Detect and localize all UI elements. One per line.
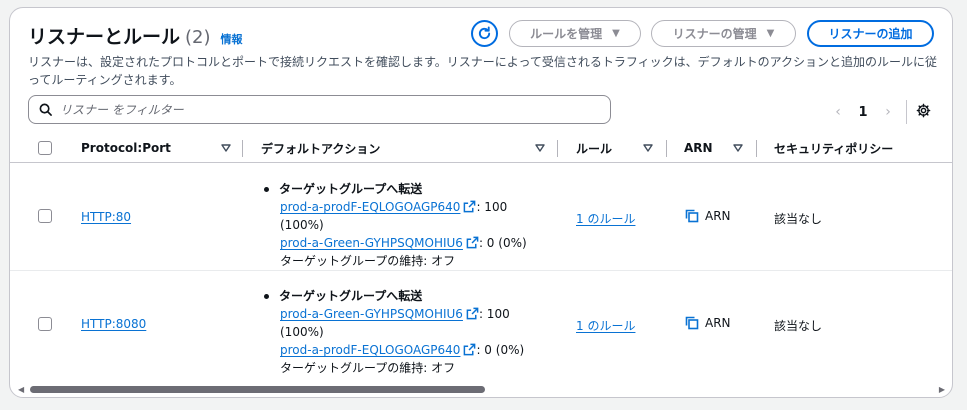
manage-rules-button[interactable]: ルールを管理 ▼ [509,20,641,47]
copy-arn-button[interactable]: ARN [685,316,731,330]
target-group-weight: : 0 (0%) [478,236,527,250]
title-row: リスナーとルール (2) 情報 [28,22,243,49]
external-link-icon[interactable] [463,200,476,213]
external-link-icon[interactable] [466,236,479,249]
arn-label: ARN [705,316,731,330]
copy-icon [685,316,699,330]
row-checkbox[interactable] [38,317,52,331]
filter-search[interactable] [28,95,611,124]
add-listener-label: リスナーの追加 [828,27,913,41]
gear-icon [916,103,930,117]
target-group-weight: : 100 [476,200,508,214]
manage-rules-label: ルールを管理 [530,27,603,41]
target-group-link[interactable]: prod-a-Green-GYHPSQMOHIU6 [280,307,463,321]
column-default-action[interactable]: デフォルトアクション [261,133,380,163]
manage-listener-label: リスナーの管理 [672,27,757,41]
stickiness-text: ターゲットグループの維持: オフ [280,254,456,268]
pager-divider [906,100,907,124]
rules-link[interactable]: 1 のルール [576,210,635,227]
sort-icon[interactable] [220,142,232,154]
security-policy: 該当なし [774,212,823,226]
info-link[interactable]: 情報 [221,31,243,47]
protocol-port-link[interactable]: HTTP:8080 [81,317,146,331]
listener-count: (2) [185,27,211,48]
scroll-left-icon[interactable]: ◀ [18,385,24,394]
manage-listener-button[interactable]: リスナーの管理 ▼ [651,20,796,47]
refresh-icon [478,26,491,40]
protocol-port-link[interactable]: HTTP:80 [81,210,131,224]
copy-icon [685,209,699,223]
target-group-link[interactable]: prod-a-prodF-EQLOGOAGP640 [280,343,460,357]
chevron-left-icon[interactable]: ‹ [828,104,848,120]
target-group-link[interactable]: prod-a-Green-GYHPSQMOHIU6 [280,236,463,250]
caret-down-icon: ▼ [766,28,775,39]
column-protocol-port[interactable]: Protocol:Port [81,133,171,163]
column-divider [666,140,667,157]
target-group-percent: (100%) [280,218,324,232]
external-link-icon[interactable] [463,343,476,356]
description: リスナーは、設定されたプロトコルとポートで接続リクエストを確認します。リスナーに… [28,55,938,87]
sort-icon[interactable] [534,142,546,154]
rules-link[interactable]: 1 のルール [576,317,635,334]
table-row[interactable]: HTTP:8080 ターゲットグループへ転送 prod-a-Green-GYHP… [10,271,952,378]
search-input[interactable] [60,102,580,117]
stickiness-text: ターゲットグループの維持: オフ [280,361,456,375]
action-heading: ターゲットグループへ転送 [279,180,554,198]
column-rules[interactable]: ルール [576,133,612,163]
default-action: ターゲットグループへ転送 prod-a-Green-GYHPSQMOHIU6 : … [264,287,554,377]
pagination: ‹ 1 › [828,100,907,124]
target-group-percent: (100%) [280,325,324,339]
sort-icon[interactable] [642,142,654,154]
scroll-right-icon[interactable]: ▶ [939,385,945,394]
default-action: ターゲットグループへ転送 prod-a-prodF-EQLOGOAGP640 : … [264,180,554,270]
add-listener-button[interactable]: リスナーの追加 [807,20,934,47]
target-group-weight: : 0 (0%) [476,343,525,357]
page-title: リスナーとルール [28,26,181,48]
current-page[interactable]: 1 [848,105,878,120]
select-all-checkbox[interactable] [38,141,52,155]
scrollbar-thumb[interactable] [30,386,485,393]
caret-down-icon: ▼ [612,28,620,39]
security-policy: 該当なし [774,319,823,333]
column-divider [756,140,757,157]
column-divider [242,140,243,157]
chevron-right-icon[interactable]: › [878,104,898,120]
table-row[interactable]: HTTP:80 ターゲットグループへ転送 prod-a-prodF-EQLOGO… [10,164,952,271]
column-security-policy[interactable]: セキュリティポリシー [774,133,893,163]
horizontal-scrollbar[interactable]: ◀ ▶ [18,385,945,394]
action-heading: ターゲットグループへ転送 [279,287,554,305]
column-divider [557,140,558,157]
column-arn[interactable]: ARN [684,133,713,163]
search-icon [39,103,52,116]
listeners-panel: リスナーとルール (2) 情報 ルールを管理 ▼ リスナーの管理 ▼ リスナーの… [9,7,953,398]
table-header: Protocol:Port デフォルトアクション ルール ARN セキュリティポ… [10,133,952,163]
row-checkbox[interactable] [38,209,52,223]
target-group-link[interactable]: prod-a-prodF-EQLOGOAGP640 [280,200,460,214]
sort-icon[interactable] [732,142,744,154]
copy-arn-button[interactable]: ARN [685,209,731,223]
target-group-weight: : 100 [478,307,510,321]
table-settings-button[interactable] [913,100,933,120]
external-link-icon[interactable] [466,307,479,320]
arn-label: ARN [705,209,731,223]
refresh-button[interactable] [471,20,498,47]
